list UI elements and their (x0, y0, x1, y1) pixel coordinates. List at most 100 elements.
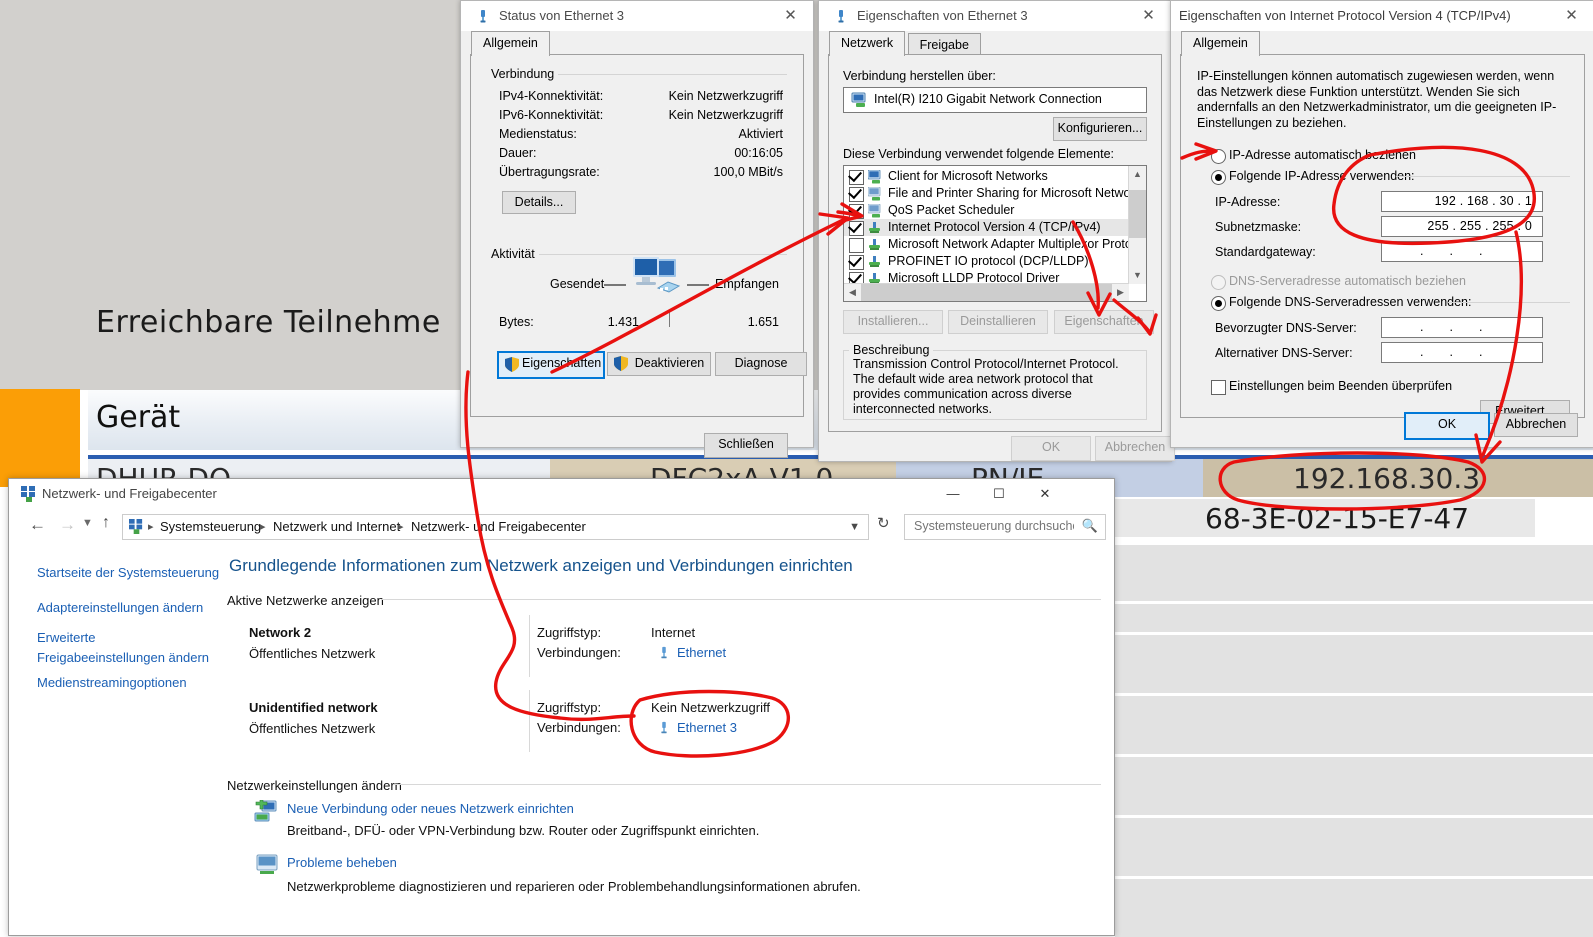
ip-address-field[interactable]: 192 . 168 . 30 . 1 (1381, 191, 1543, 212)
sidebar-item-sharing-settings[interactable]: Freigabeeinstellungen ändern (37, 650, 209, 665)
checkbox-qos-scheduler[interactable] (849, 204, 864, 219)
checkbox-file-printer-sharing[interactable] (849, 187, 864, 202)
gateway-value: ... (1420, 244, 1509, 258)
checkbox-multiplexor[interactable] (849, 238, 864, 253)
maximize-button[interactable]: ☐ (976, 479, 1022, 509)
scroll-right-icon[interactable]: ▶ (1112, 284, 1129, 301)
sidebar-item-home[interactable]: Startseite der Systemsteuerung (37, 565, 219, 580)
list-item-label: PROFINET IO protocol (DCP/LLDP) (888, 254, 1089, 268)
checkbox-tcpipv4[interactable] (849, 221, 864, 236)
gateway-label: Standardgateway: (1215, 245, 1316, 259)
sidebar-item-adapter-settings[interactable]: Adaptereinstellungen ändern (37, 600, 203, 615)
list-vertical-scrollbar[interactable]: ▲ ▼ (1128, 166, 1146, 284)
close-button[interactable]: Schließen (704, 433, 788, 458)
close-icon[interactable]: ✕ (1126, 1, 1171, 31)
access-type-label-1: Zugriffstyp: (537, 625, 602, 640)
bytes-separator (669, 310, 670, 327)
scroll-left-icon[interactable]: ◀ (844, 284, 861, 301)
cell-spacer (1535, 459, 1593, 497)
task-link-troubleshoot[interactable]: Probleme beheben (287, 855, 397, 870)
preferred-dns-field[interactable]: ... (1381, 317, 1543, 338)
connection-link-ethernet[interactable]: Ethernet (677, 645, 726, 660)
chevron-down-icon[interactable]: ▼ (849, 521, 860, 533)
network-sharing-center-window: Netzwerk- und Freigabecenter — ☐ ✕ ← → ▼… (8, 478, 1115, 936)
search-input[interactable] (912, 518, 1076, 534)
tab-netzwerk[interactable]: Netzwerk (829, 31, 906, 56)
list-item[interactable]: Microsoft Network Adapter Multiplexor Pr… (844, 236, 1146, 253)
list-horizontal-scrollbar[interactable]: ◀ ▶ (844, 283, 1129, 301)
cancel-button[interactable]: Abbrechen (1494, 413, 1578, 437)
install-button: Installieren... (843, 310, 943, 334)
gateway-field[interactable]: ... (1381, 241, 1543, 262)
breadcrumb-systemsteuerung[interactable]: Systemsteuerung (160, 519, 261, 534)
tcpipv4-panel: IP-Einstellungen können automatisch zuge… (1180, 54, 1585, 424)
sidebar-item-advanced[interactable]: Erweiterte (37, 630, 96, 645)
scroll-down-icon[interactable]: ▼ (1129, 267, 1146, 284)
forward-icon[interactable]: → (59, 515, 76, 535)
background-empty-row (1115, 542, 1593, 601)
scroll-thumb[interactable] (1129, 190, 1146, 238)
sidebar-item-media-streaming[interactable]: Medienstreamingoptionen (37, 675, 187, 690)
tab-freigabe[interactable]: Freigabe (907, 33, 981, 56)
background-empty-row (1115, 632, 1593, 693)
background-orange-accent (0, 389, 80, 487)
alternate-dns-field[interactable]: ... (1381, 342, 1543, 363)
radio-manual-dns[interactable] (1211, 296, 1226, 311)
troubleshoot-icon (256, 854, 278, 881)
list-item[interactable]: File and Printer Sharing for Microsoft N… (844, 185, 1146, 202)
received-dash (687, 284, 709, 286)
radio-manual-ip[interactable] (1211, 170, 1226, 185)
configure-button[interactable]: Konfigurieren... (1053, 117, 1147, 141)
close-icon[interactable]: ✕ (768, 1, 813, 31)
tab-allgemein[interactable]: Allgemein (471, 31, 550, 56)
list-item[interactable]: Client for Microsoft Networks (844, 168, 1146, 185)
checkbox-client-msnetworks[interactable] (849, 170, 864, 185)
address-bar[interactable]: ▸ Systemsteuerung ▸ Netzwerk und Interne… (122, 514, 869, 540)
properties-window-body: Netzwerk Freigabe Verbindung herstellen … (819, 31, 1175, 461)
adapter-field[interactable]: Intel(R) I210 Gigabit Network Connection (843, 87, 1147, 113)
close-icon[interactable]: ✕ (1549, 1, 1593, 31)
close-button[interactable]: ✕ (1022, 479, 1068, 509)
explorer-navbar: ← → ▼ ↑ ▸ Systemsteuerung ▸ Netzwerk und… (9, 509, 1114, 545)
details-button[interactable]: Details... (502, 191, 576, 214)
radio-auto-ip[interactable] (1211, 149, 1226, 164)
subnet-mask-value: 255 . 255 . 255 . 0 (1427, 219, 1532, 233)
back-icon[interactable]: ← (29, 515, 46, 535)
checkbox-profinet[interactable] (849, 255, 864, 270)
list-item-tcpipv4[interactable]: Internet Protocol Version 4 (TCP/IPv4) (844, 219, 1146, 236)
checkbox-validate-on-exit[interactable] (1211, 380, 1226, 395)
disable-button[interactable]: Deaktivieren (607, 352, 711, 376)
diagnose-button[interactable]: Diagnose (715, 352, 807, 376)
ipv6-label: IPv6-Konnektivität: (499, 108, 604, 122)
breadcrumb-netzwerk-internet[interactable]: Netzwerk und Internet (273, 519, 400, 534)
subnet-mask-label: Subnetzmaske: (1215, 220, 1302, 234)
description-text: Transmission Control Protocol/Internet P… (853, 357, 1119, 416)
refresh-icon[interactable]: ↻ (877, 514, 890, 532)
properties-button[interactable]: Eigenschaften (497, 351, 605, 379)
scroll-thumb[interactable] (861, 284, 1112, 301)
description-group-label: Beschreibung (849, 343, 934, 357)
up-icon[interactable]: ↑ (102, 514, 110, 532)
network-items-list[interactable]: Client for Microsoft Networks File and P… (843, 165, 1147, 302)
ok-button[interactable]: OK (1404, 412, 1490, 440)
task-link-new-connection[interactable]: Neue Verbindung oder neues Netzwerk einr… (287, 801, 574, 816)
network-name-1: Network 2 (249, 625, 312, 640)
minimize-button[interactable]: — (930, 479, 976, 509)
explorer-titlebar: Netzwerk- und Freigabecenter — ☐ ✕ (9, 479, 1114, 509)
properties-button-label: Eigenschaften (522, 356, 602, 370)
list-item[interactable]: QoS Packet Scheduler (844, 202, 1146, 219)
list-item[interactable]: PROFINET IO protocol (DCP/LLDP) (844, 253, 1146, 270)
preferred-dns-label: Bevorzugter DNS-Server: (1215, 321, 1357, 335)
tab-allgemein[interactable]: Allgemein (1181, 31, 1260, 56)
network-adapter-icon (475, 8, 491, 24)
ip-address-value: 192 . 168 . 30 . 1 (1434, 194, 1532, 208)
search-box[interactable]: 🔍 (904, 514, 1106, 540)
speed-value: 100,0 MBit/s (713, 165, 783, 179)
connection-link-ethernet3[interactable]: Ethernet 3 (677, 720, 737, 735)
sent-dash (604, 284, 626, 286)
scroll-up-icon[interactable]: ▲ (1129, 166, 1146, 183)
search-icon[interactable]: 🔍 (1082, 518, 1098, 534)
manual-ip-rule (1396, 176, 1570, 177)
subnet-mask-field[interactable]: 255 . 255 . 255 . 0 (1381, 216, 1543, 237)
recent-locations-icon[interactable]: ▼ (82, 517, 93, 529)
